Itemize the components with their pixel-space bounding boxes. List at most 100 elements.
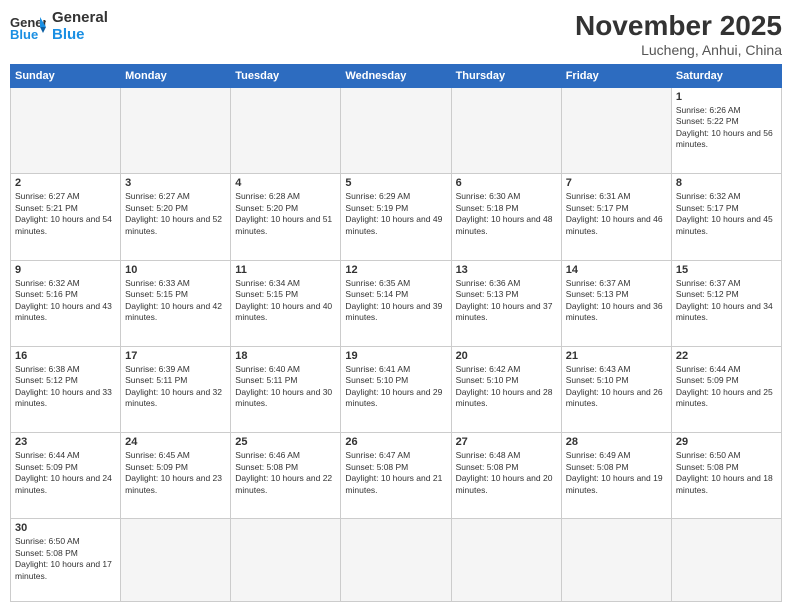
cell-text-w4-d2: Sunrise: 6:46 AM Sunset: 5:08 PM Dayligh…: [235, 450, 336, 496]
cell-w3-d4: 20 Sunrise: 6:42 AM Sunset: 5:10 PM Dayli…: [451, 346, 561, 432]
cell-w5-d4: [451, 519, 561, 602]
day-number-w0-d6: 1: [676, 91, 777, 103]
header-wednesday: Wednesday: [341, 65, 451, 88]
day-number-w1-d6: 8: [676, 177, 777, 189]
cell-w5-d3: [341, 519, 451, 602]
cell-w0-d4: [451, 88, 561, 174]
cell-text-w1-d4: Sunrise: 6:30 AM Sunset: 5:18 PM Dayligh…: [456, 191, 557, 237]
page: General Blue General Blue November 2025 …: [0, 0, 792, 612]
cell-w3-d0: 16Sunrise: 6:38 AM Sunset: 5:12 PM Dayli…: [11, 346, 121, 432]
cell-text-w4-d0: Sunrise: 6:44 AM Sunset: 5:09 PM Dayligh…: [15, 450, 116, 496]
cell-text-w0-d6: Sunrise: 6:26 AM Sunset: 5:22 PM Dayligh…: [676, 105, 777, 151]
svg-text:Blue: Blue: [10, 27, 38, 41]
day-number-w1-d1: 3: [125, 177, 226, 189]
header-friday: Friday: [561, 65, 671, 88]
cell-text-w1-d6: Sunrise: 6:32 AM Sunset: 5:17 PM Dayligh…: [676, 191, 777, 237]
day-number-w4-d6: 29: [676, 436, 777, 448]
day-number-w2-d1: 10: [125, 264, 226, 276]
cell-w4-d5: 28 Sunrise: 6:49 AM Sunset: 5:08 PM Dayli…: [561, 433, 671, 519]
day-number-w3-d6: 22: [676, 350, 777, 362]
header-thursday: Thursday: [451, 65, 561, 88]
day-number-w1-d3: 5: [345, 177, 446, 189]
cell-w1-d5: 7 Sunrise: 6:31 AM Sunset: 5:17 PM Daylig…: [561, 174, 671, 260]
cell-w3-d5: 21Sunrise: 6:43 AM Sunset: 5:10 PM Dayli…: [561, 346, 671, 432]
day-number-w2-d3: 12: [345, 264, 446, 276]
week-row-4: 23Sunrise: 6:44 AM Sunset: 5:09 PM Dayli…: [11, 433, 782, 519]
cell-text-w1-d5: Sunrise: 6:31 AM Sunset: 5:17 PM Dayligh…: [566, 191, 667, 237]
cell-w2-d3: 12 Sunrise: 6:35 AM Sunset: 5:14 PM Dayli…: [341, 260, 451, 346]
cell-w4-d2: 25 Sunrise: 6:46 AM Sunset: 5:08 PM Dayli…: [231, 433, 341, 519]
cell-w2-d1: 10Sunrise: 6:33 AM Sunset: 5:15 PM Dayli…: [121, 260, 231, 346]
cell-w4-d3: 26Sunrise: 6:47 AM Sunset: 5:08 PM Dayli…: [341, 433, 451, 519]
cell-w1-d4: 6 Sunrise: 6:30 AM Sunset: 5:18 PM Daylig…: [451, 174, 561, 260]
cell-w5-d0: 30Sunrise: 6:50 AM Sunset: 5:08 PM Dayli…: [11, 519, 121, 602]
header-saturday: Saturday: [671, 65, 781, 88]
calendar-table: Sunday Monday Tuesday Wednesday Thursday…: [10, 64, 782, 602]
cell-text-w1-d2: Sunrise: 6:28 AM Sunset: 5:20 PM Dayligh…: [235, 191, 336, 237]
cell-text-w3-d3: Sunrise: 6:41 AM Sunset: 5:10 PM Dayligh…: [345, 364, 446, 410]
cell-text-w3-d4: Sunrise: 6:42 AM Sunset: 5:10 PM Dayligh…: [456, 364, 557, 410]
cell-w1-d3: 5Sunrise: 6:29 AM Sunset: 5:19 PM Daylig…: [341, 174, 451, 260]
cell-w5-d2: [231, 519, 341, 602]
day-number-w3-d1: 17: [125, 350, 226, 362]
cell-text-w1-d0: Sunrise: 6:27 AM Sunset: 5:21 PM Dayligh…: [15, 191, 116, 237]
day-number-w4-d4: 27: [456, 436, 557, 448]
logo-general: General: [52, 10, 108, 27]
month-title: November 2025: [575, 10, 782, 42]
day-number-w1-d2: 4: [235, 177, 336, 189]
cell-text-w3-d1: Sunrise: 6:39 AM Sunset: 5:11 PM Dayligh…: [125, 364, 226, 410]
cell-w1-d6: 8 Sunrise: 6:32 AM Sunset: 5:17 PM Daylig…: [671, 174, 781, 260]
cell-w3-d1: 17 Sunrise: 6:39 AM Sunset: 5:11 PM Dayli…: [121, 346, 231, 432]
cell-w0-d0: [11, 88, 121, 174]
cell-text-w2-d3: Sunrise: 6:35 AM Sunset: 5:14 PM Dayligh…: [345, 278, 446, 324]
cell-w4-d0: 23Sunrise: 6:44 AM Sunset: 5:09 PM Dayli…: [11, 433, 121, 519]
cell-w0-d3: [341, 88, 451, 174]
cell-w1-d2: 4 Sunrise: 6:28 AM Sunset: 5:20 PM Daylig…: [231, 174, 341, 260]
cell-w0-d2: [231, 88, 341, 174]
cell-w5-d6: [671, 519, 781, 602]
day-number-w1-d0: 2: [15, 177, 116, 189]
week-row-2: 9Sunrise: 6:32 AM Sunset: 5:16 PM Daylig…: [11, 260, 782, 346]
cell-text-w4-d6: Sunrise: 6:50 AM Sunset: 5:08 PM Dayligh…: [676, 450, 777, 496]
cell-w0-d1: [121, 88, 231, 174]
cell-w2-d2: 11Sunrise: 6:34 AM Sunset: 5:15 PM Dayli…: [231, 260, 341, 346]
cell-w2-d0: 9Sunrise: 6:32 AM Sunset: 5:16 PM Daylig…: [11, 260, 121, 346]
cell-w2-d5: 14Sunrise: 6:37 AM Sunset: 5:13 PM Dayli…: [561, 260, 671, 346]
day-number-w2-d5: 14: [566, 264, 667, 276]
location: Lucheng, Anhui, China: [575, 42, 782, 58]
cell-w2-d6: 15Sunrise: 6:37 AM Sunset: 5:12 PM Dayli…: [671, 260, 781, 346]
day-number-w4-d5: 28: [566, 436, 667, 448]
cell-text-w4-d1: Sunrise: 6:45 AM Sunset: 5:09 PM Dayligh…: [125, 450, 226, 496]
day-number-w2-d2: 11: [235, 264, 336, 276]
cell-w5-d1: [121, 519, 231, 602]
cell-w5-d5: [561, 519, 671, 602]
cell-text-w4-d3: Sunrise: 6:47 AM Sunset: 5:08 PM Dayligh…: [345, 450, 446, 496]
logo-icon: General Blue: [10, 13, 46, 41]
day-number-w3-d3: 19: [345, 350, 446, 362]
cell-w4-d6: 29 Sunrise: 6:50 AM Sunset: 5:08 PM Dayli…: [671, 433, 781, 519]
cell-text-w4-d5: Sunrise: 6:49 AM Sunset: 5:08 PM Dayligh…: [566, 450, 667, 496]
day-number-w1-d4: 6: [456, 177, 557, 189]
day-number-w3-d0: 16: [15, 350, 116, 362]
logo-blue: Blue: [52, 27, 108, 44]
weekday-header-row: Sunday Monday Tuesday Wednesday Thursday…: [11, 65, 782, 88]
cell-w3-d3: 19 Sunrise: 6:41 AM Sunset: 5:10 PM Dayli…: [341, 346, 451, 432]
header-tuesday: Tuesday: [231, 65, 341, 88]
header-sunday: Sunday: [11, 65, 121, 88]
cell-text-w2-d4: Sunrise: 6:36 AM Sunset: 5:13 PM Dayligh…: [456, 278, 557, 324]
cell-w4-d1: 24Sunrise: 6:45 AM Sunset: 5:09 PM Dayli…: [121, 433, 231, 519]
day-number-w3-d4: 20: [456, 350, 557, 362]
logo: General Blue General Blue: [10, 10, 108, 43]
cell-text-w4-d4: Sunrise: 6:48 AM Sunset: 5:08 PM Dayligh…: [456, 450, 557, 496]
week-row-3: 16Sunrise: 6:38 AM Sunset: 5:12 PM Dayli…: [11, 346, 782, 432]
day-number-w3-d5: 21: [566, 350, 667, 362]
cell-w0-d6: 1 Sunrise: 6:26 AM Sunset: 5:22 PM Daylig…: [671, 88, 781, 174]
week-row-5: 30Sunrise: 6:50 AM Sunset: 5:08 PM Dayli…: [11, 519, 782, 602]
cell-w3-d2: 18Sunrise: 6:40 AM Sunset: 5:11 PM Dayli…: [231, 346, 341, 432]
week-row-1: 2 Sunrise: 6:27 AM Sunset: 5:21 PM Daylig…: [11, 174, 782, 260]
day-number-w1-d5: 7: [566, 177, 667, 189]
cell-text-w2-d0: Sunrise: 6:32 AM Sunset: 5:16 PM Dayligh…: [15, 278, 116, 324]
cell-text-w1-d1: Sunrise: 6:27 AM Sunset: 5:20 PM Dayligh…: [125, 191, 226, 237]
day-number-w4-d2: 25: [235, 436, 336, 448]
cell-text-w3-d2: Sunrise: 6:40 AM Sunset: 5:11 PM Dayligh…: [235, 364, 336, 410]
